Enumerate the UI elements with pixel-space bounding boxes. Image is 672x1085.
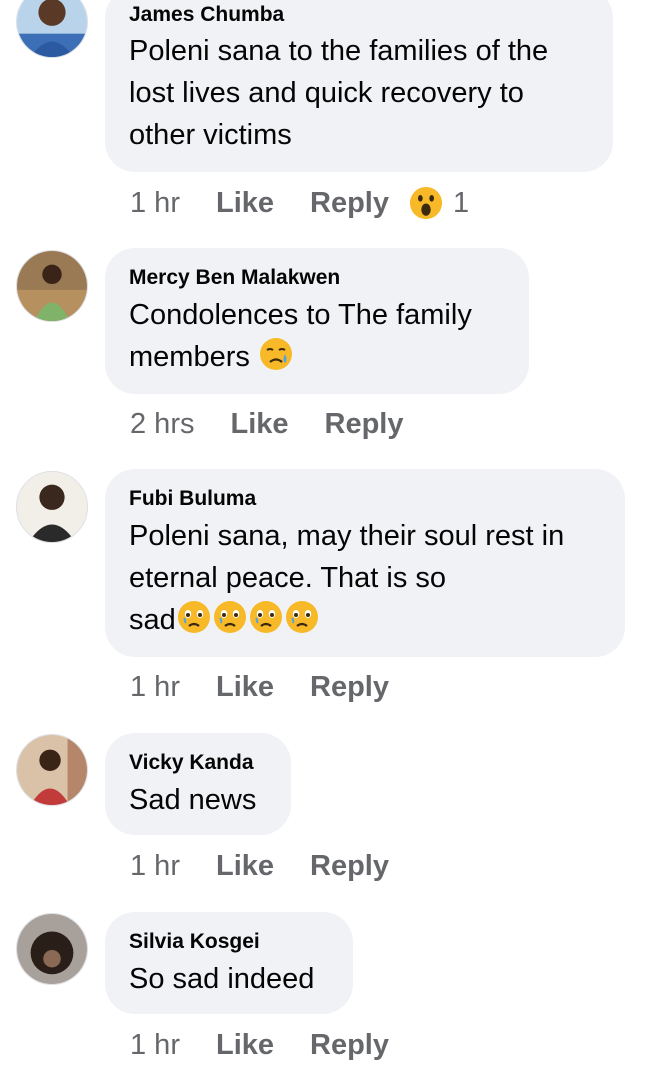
comment-timestamp[interactable]: 1 hr (130, 1029, 180, 1062)
comment-text: Poleni sana to the families of the lost … (129, 30, 548, 156)
comment-bubble: Fubi Buluma Poleni sana, may their soul … (105, 469, 625, 657)
comment-actions: 2 hrs Like Reply (130, 408, 440, 441)
comment-author[interactable]: Vicky Kanda (129, 751, 254, 775)
avatar[interactable] (16, 250, 88, 322)
holding-back-tears-icon (248, 599, 284, 635)
wow-icon (409, 186, 443, 220)
comment-author[interactable]: James Chumba (129, 3, 284, 27)
comment-text-line: sad (129, 599, 564, 641)
sad-tear-icon (258, 336, 294, 372)
comment-text: So sad indeed (129, 958, 314, 1000)
like-button[interactable]: Like (216, 1029, 274, 1062)
comment-bubble: James Chumba Poleni sana to the families… (105, 0, 613, 172)
reply-button[interactable]: Reply (310, 850, 389, 883)
comment-text-line-text: members (129, 341, 250, 373)
comment-text-line: other victims (129, 119, 292, 151)
holding-back-tears-icon (212, 599, 248, 635)
comment-text-line: lost lives and quick recovery to (129, 77, 524, 109)
comment-actions: 1 hr Like Reply 1 (130, 186, 469, 220)
like-button[interactable]: Like (216, 850, 274, 883)
comment-author[interactable]: Silvia Kosgei (129, 930, 260, 954)
comment-text: Poleni sana, may their soul rest in eter… (129, 515, 564, 641)
avatar[interactable] (16, 734, 88, 806)
comment-actions: 1 hr Like Reply (130, 850, 425, 883)
comment-bubble: Silvia Kosgei So sad indeed (105, 912, 353, 1014)
reaction-summary[interactable]: 1 (409, 186, 469, 220)
comment-text-line-text: sad (129, 604, 176, 636)
avatar[interactable] (16, 0, 88, 58)
comment-author[interactable]: Fubi Buluma (129, 487, 256, 511)
reply-button[interactable]: Reply (310, 187, 389, 220)
reply-button[interactable]: Reply (310, 1029, 389, 1062)
like-button[interactable]: Like (216, 187, 274, 220)
comment-timestamp[interactable]: 1 hr (130, 850, 180, 883)
comment-text: Condolences to The family members (129, 294, 472, 378)
holding-back-tears-icon (176, 599, 212, 635)
comment-actions: 1 hr Like Reply (130, 1029, 425, 1062)
comment-text-line: Poleni sana, may their soul rest in (129, 520, 565, 552)
reply-button[interactable]: Reply (325, 408, 404, 441)
comment-timestamp[interactable]: 1 hr (130, 671, 180, 704)
comment-text-line: eternal peace. That is so (129, 562, 447, 594)
comment-actions: 1 hr Like Reply (130, 671, 425, 704)
avatar[interactable] (16, 471, 88, 543)
comment-text-line: Sad news (129, 784, 257, 816)
comment-timestamp[interactable]: 1 hr (130, 187, 180, 220)
comment-bubble: Mercy Ben Malakwen Condolences to The fa… (105, 248, 529, 394)
comment-timestamp[interactable]: 2 hrs (130, 408, 194, 441)
comment-text-line: Condolences to The family (129, 299, 472, 331)
comment-author[interactable]: Mercy Ben Malakwen (129, 266, 340, 290)
comment-text-line: So sad indeed (129, 963, 315, 995)
like-button[interactable]: Like (230, 408, 288, 441)
comment-text: Sad news (129, 779, 256, 821)
avatar[interactable] (16, 913, 88, 985)
holding-back-tears-icon (284, 599, 320, 635)
like-button[interactable]: Like (216, 671, 274, 704)
reaction-count: 1 (453, 186, 470, 219)
comment-bubble: Vicky Kanda Sad news (105, 733, 291, 835)
comment-text-line: Poleni sana to the families of the (129, 35, 549, 67)
comment-text-line: members (129, 336, 472, 378)
reply-button[interactable]: Reply (310, 671, 389, 704)
